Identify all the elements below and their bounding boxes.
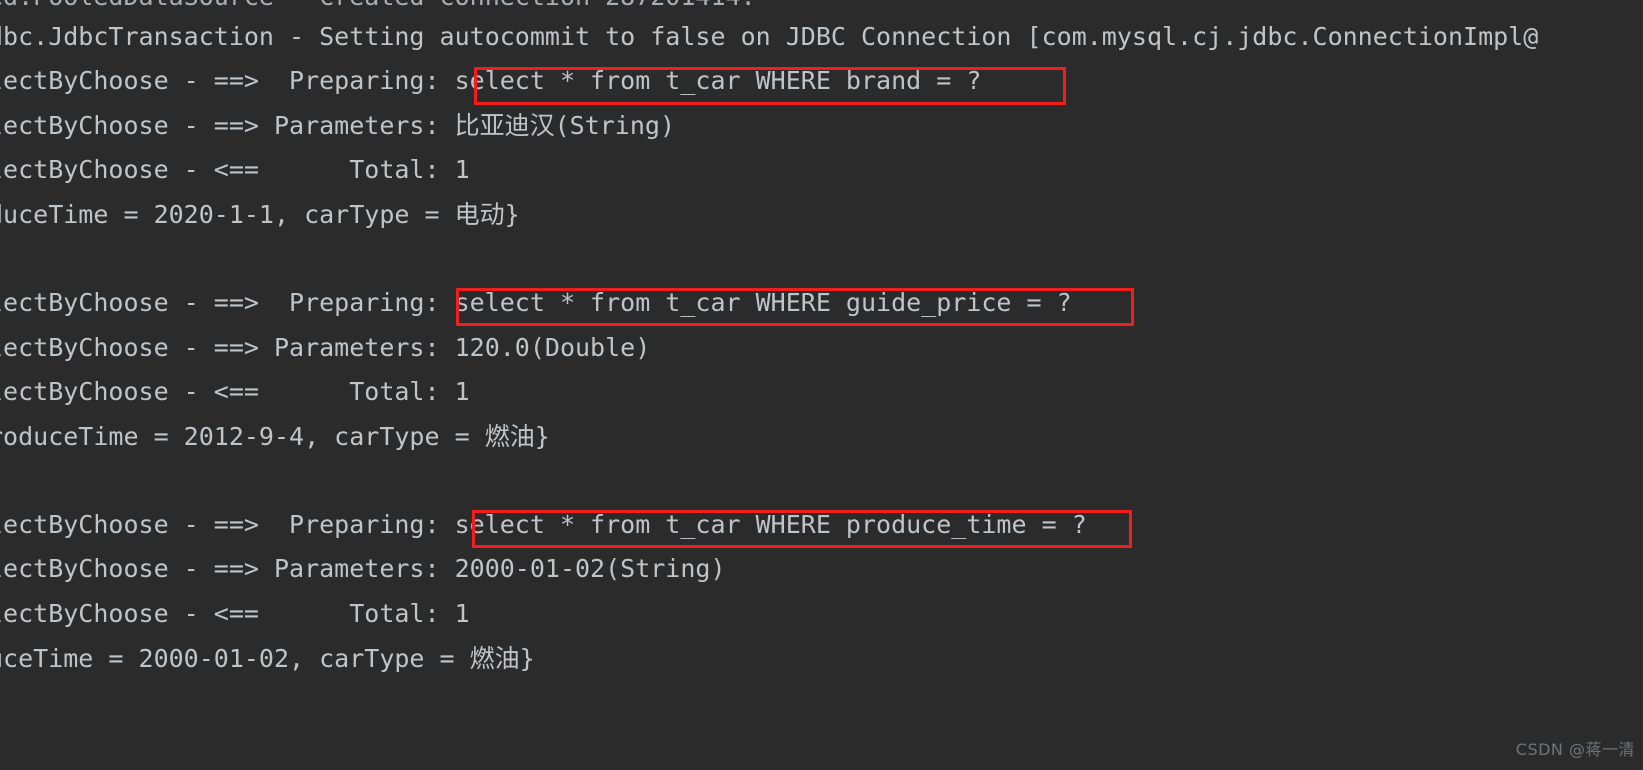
log-line-result-guide-price: roduceTime = 2012-9-4, carType = 燃油} xyxy=(0,422,550,451)
log-line-parameters-produce-time: lectByChoose - ==> Parameters: 2000-01-0… xyxy=(0,554,726,583)
log-line-result-brand: duceTime = 2020-1-1, carType = 电动} xyxy=(0,200,520,229)
log-line-preparing-brand: lectByChoose - ==> Preparing: select * f… xyxy=(0,66,982,95)
log-line-preparing-produce-time: lectByChoose - ==> Preparing: select * f… xyxy=(0,510,1087,539)
log-line-total-brand: lectByChoose - <== Total: 1 xyxy=(0,155,470,184)
csdn-watermark: CSDN @蒋一清 xyxy=(1515,740,1635,759)
console-output-panel[interactable]: ed.PooledDataSource - Created connection… xyxy=(0,0,1643,770)
log-line-total-guide-price: lectByChoose - <== Total: 1 xyxy=(0,377,470,406)
log-line-total-produce-time: lectByChoose - <== Total: 1 xyxy=(0,599,470,628)
log-line-parameters-brand: lectByChoose - ==> Parameters: 比亚迪汉(Stri… xyxy=(0,111,675,140)
log-line-parameters-guide-price: lectByChoose - ==> Parameters: 120.0(Dou… xyxy=(0,333,651,362)
log-line-jdbc-transaction: dbc.JdbcTransaction - Setting autocommit… xyxy=(0,22,1539,51)
log-line-result-produce-time: uceTime = 2000-01-02, carType = 燃油} xyxy=(0,644,535,673)
log-line-created-connection: ed.PooledDataSource - Created connection… xyxy=(0,0,756,12)
log-line-preparing-guide-price: lectByChoose - ==> Preparing: select * f… xyxy=(0,288,1072,317)
